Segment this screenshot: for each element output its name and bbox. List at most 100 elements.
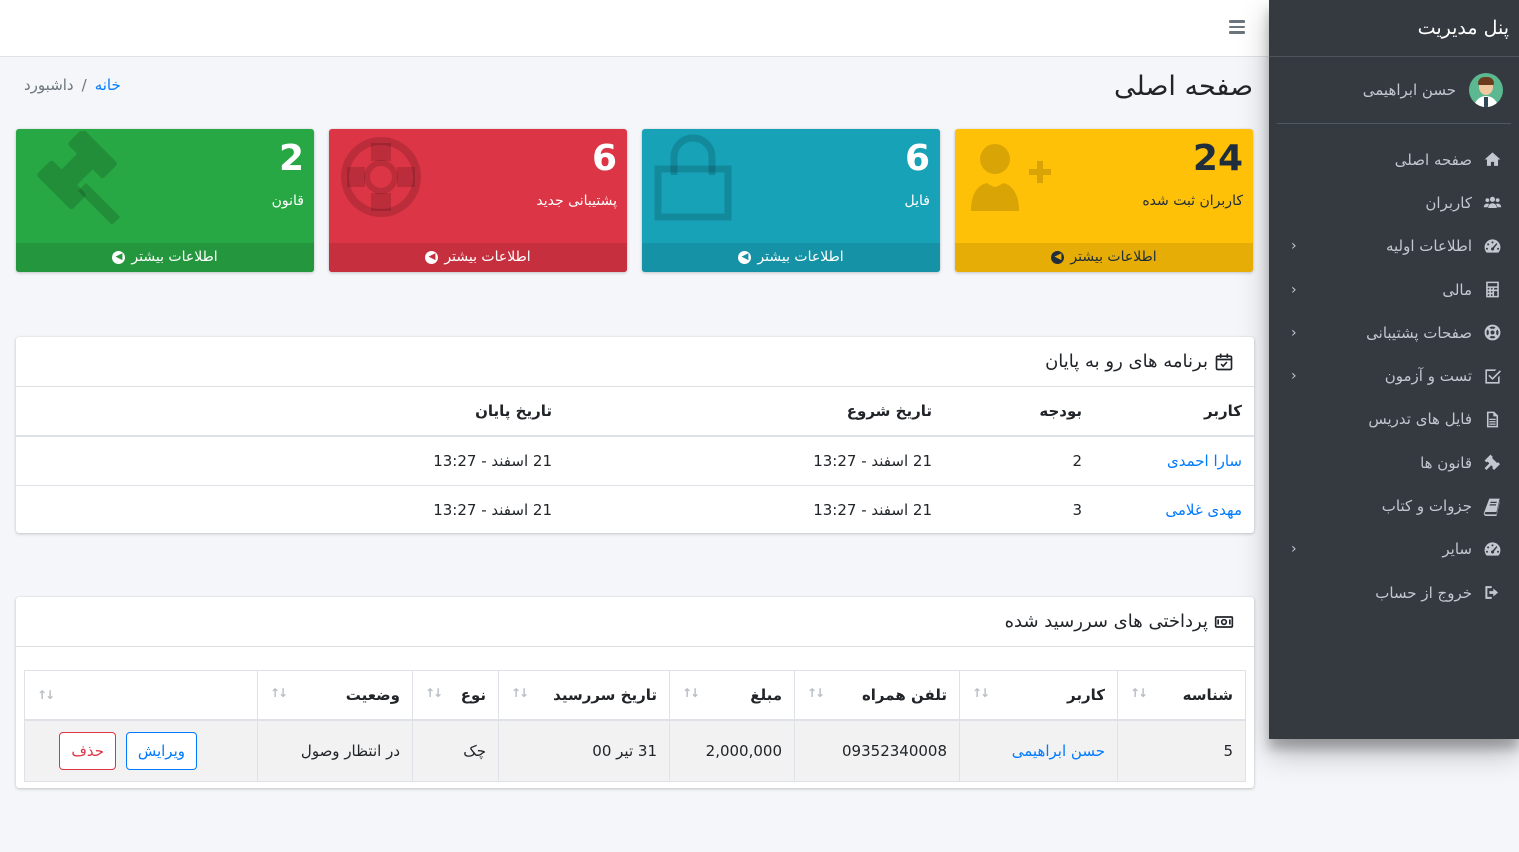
user-plus-icon: [965, 131, 1061, 227]
life-ring-icon: [339, 131, 435, 227]
budget-cell: 3: [1072, 500, 1082, 519]
column-header: بودجه: [944, 387, 1094, 437]
money-bill-icon: [1214, 612, 1234, 632]
ending-programs-card: برنامه های رو به پایان کاربر بودجه تاریخ…: [16, 337, 1254, 533]
due-date-cell: 31 تیر 00: [498, 719, 670, 782]
avatar: [1469, 73, 1503, 107]
column-header-id[interactable]: شناسه ↓↑: [1117, 670, 1246, 721]
file-icon: [1481, 409, 1503, 429]
arrow-circle-left-icon: ◀: [425, 251, 439, 264]
stat-box-files: 6 فایل اطلاعات بیشتر ◀: [642, 129, 940, 272]
sort-icon[interactable]: ↓↑: [511, 686, 529, 700]
sidebar-item-label: سایر: [1442, 540, 1472, 559]
breadcrumb-current: داشبورد: [24, 76, 74, 94]
user-link[interactable]: مهدی غلامی: [1165, 501, 1242, 519]
type-cell: چک: [412, 719, 499, 782]
sidebar-item-users[interactable]: کاربران: [1269, 181, 1519, 224]
brand-title[interactable]: پنل مدیریت: [1269, 0, 1519, 57]
sidebar-item-label: خروج از حساب: [1375, 583, 1472, 602]
column-header-status[interactable]: وضعیت ↓↑: [257, 670, 413, 721]
main-content: صفحه اصلی خانه / داشبورد 24 کاربران ثبت …: [0, 57, 1269, 852]
end-date-cell: 21 اسفند - 13:27: [433, 500, 552, 519]
sidebar-item-basic-info[interactable]: اطلاعات اولیه ‹: [1269, 225, 1519, 268]
sidebar-item-books[interactable]: جزوات و کتاب: [1269, 484, 1519, 527]
sort-icon[interactable]: ↓↑: [425, 686, 443, 700]
chevron-left-icon: ‹: [1291, 324, 1297, 341]
sort-icon[interactable]: ↓↑: [972, 686, 990, 700]
menu-toggle-icon[interactable]: [1229, 20, 1245, 34]
start-date-cell: 21 اسفند - 13:27: [564, 436, 944, 486]
sidebar-item-label: جزوات و کتاب: [1381, 497, 1472, 516]
user-panel[interactable]: حسن ابراهیمی: [1277, 57, 1511, 124]
sort-icon[interactable]: ↓↑: [682, 686, 700, 700]
more-info-label: اطلاعات بیشتر: [1070, 249, 1157, 265]
column-header-due-date[interactable]: تاریخ سررسید ↓↑: [498, 670, 670, 721]
more-info-label: اطلاعات بیشتر: [757, 249, 844, 265]
breadcrumb-home-link[interactable]: خانه: [95, 76, 121, 94]
book-icon: [1481, 496, 1503, 516]
sidebar-item-support-pages[interactable]: صفحات پشتیبانی ‹: [1269, 311, 1519, 354]
more-info-label: اطلاعات بیشتر: [131, 249, 218, 265]
sidebar-item-home[interactable]: صفحه اصلی: [1269, 138, 1519, 181]
table-row: سارا احمدی 2 21 اسفند - 13:27 21 اسفند -…: [16, 436, 1254, 486]
users-icon: [1481, 193, 1503, 213]
sidebar-item-teaching-files[interactable]: فایل های تدریس: [1269, 398, 1519, 441]
status-cell: در انتظار وصول: [257, 719, 413, 782]
sidebar-item-label: کاربران: [1425, 193, 1472, 212]
calculator-icon: [1481, 280, 1503, 300]
sidebar-item-logout[interactable]: خروج از حساب: [1269, 571, 1519, 614]
page-title: صفحه اصلی: [1114, 71, 1253, 102]
sidebar-item-label: فایل های تدریس: [1368, 410, 1472, 429]
more-info-link[interactable]: اطلاعات بیشتر ◀: [16, 243, 314, 272]
top-navbar: [0, 0, 1269, 57]
stat-box-support: 6 پشتیبانی جدید اطلاعات بیشتر ◀: [329, 129, 627, 272]
chevron-left-icon: ‹: [1291, 541, 1297, 558]
sidebar-item-tests[interactable]: تست و آزمون ‹: [1269, 354, 1519, 397]
calendar-check-icon: [1214, 352, 1234, 372]
gavel-icon: [26, 129, 122, 227]
edit-button[interactable]: ویرایش: [125, 731, 197, 770]
sidebar-item-label: تست و آزمون: [1384, 367, 1472, 386]
sidebar-nav: صفحه اصلی کاربران اطلاعات اولیه ‹ مالی ‹…: [1269, 124, 1519, 614]
column-header: تاریخ شروع: [564, 387, 944, 437]
card-header: پرداختی های سررسید شده: [16, 597, 1254, 647]
end-date-cell: 21 اسفند - 13:27: [16, 436, 564, 486]
shopping-bag-icon: [652, 131, 748, 227]
user-link[interactable]: حسن ابراهیمی: [1012, 742, 1105, 760]
user-link[interactable]: سارا احمدی: [1167, 452, 1242, 470]
delete-button[interactable]: حذف: [59, 731, 117, 770]
column-header-actions[interactable]: ↓↑: [24, 670, 258, 721]
actions-cell: ویرایش حذف: [24, 719, 258, 782]
column-header-user[interactable]: کاربر ↓↑: [959, 670, 1118, 721]
sort-icon[interactable]: ↓↑: [1130, 686, 1148, 700]
column-header: تاریخ پایان: [16, 387, 564, 437]
more-info-label: اطلاعات بیشتر: [444, 249, 531, 265]
column-header-phone[interactable]: تلفن همراه ↓↑: [794, 670, 960, 721]
column-header: کاربر: [1094, 387, 1254, 437]
amount-cell: 2,000,000: [669, 719, 795, 782]
more-info-link[interactable]: اطلاعات بیشتر ◀: [642, 243, 940, 272]
dashboard-icon: [1481, 236, 1503, 256]
table-row: 5 حسن ابراهیمی 09352340008 2,000,000 31 …: [24, 719, 1246, 782]
sidebar-item-label: صفحه اصلی: [1394, 150, 1472, 169]
column-header-type[interactable]: نوع ↓↑: [412, 670, 499, 721]
column-header-amount[interactable]: مبلغ ↓↑: [669, 670, 795, 721]
sidebar-item-finance[interactable]: مالی ‹: [1269, 268, 1519, 311]
sidebar-item-label: مالی: [1442, 280, 1472, 299]
sort-icon[interactable]: ↓↑: [37, 688, 55, 702]
more-info-link[interactable]: اطلاعات بیشتر ◀: [329, 243, 627, 272]
card-title: پرداختی های سررسید شده: [1004, 611, 1208, 632]
card-header: برنامه های رو به پایان: [16, 337, 1254, 387]
sort-icon[interactable]: ↓↑: [807, 686, 825, 700]
sidebar-item-laws[interactable]: قانون ها: [1269, 441, 1519, 484]
more-info-link[interactable]: اطلاعات بیشتر ◀: [955, 243, 1253, 272]
user-name[interactable]: حسن ابراهیمی: [1363, 81, 1456, 99]
sidebar-item-label: قانون ها: [1420, 453, 1472, 472]
stat-box-laws: 2 قانون اطلاعات بیشتر ◀: [16, 129, 314, 272]
gavel-icon: [1481, 453, 1503, 473]
sidebar-item-other[interactable]: سایر ‹: [1269, 528, 1519, 571]
card-title: برنامه های رو به پایان: [1045, 351, 1208, 372]
sort-icon[interactable]: ↓↑: [270, 686, 288, 700]
arrow-circle-left-icon: ◀: [738, 251, 752, 264]
start-date-cell: 21 اسفند - 13:27: [813, 500, 932, 519]
